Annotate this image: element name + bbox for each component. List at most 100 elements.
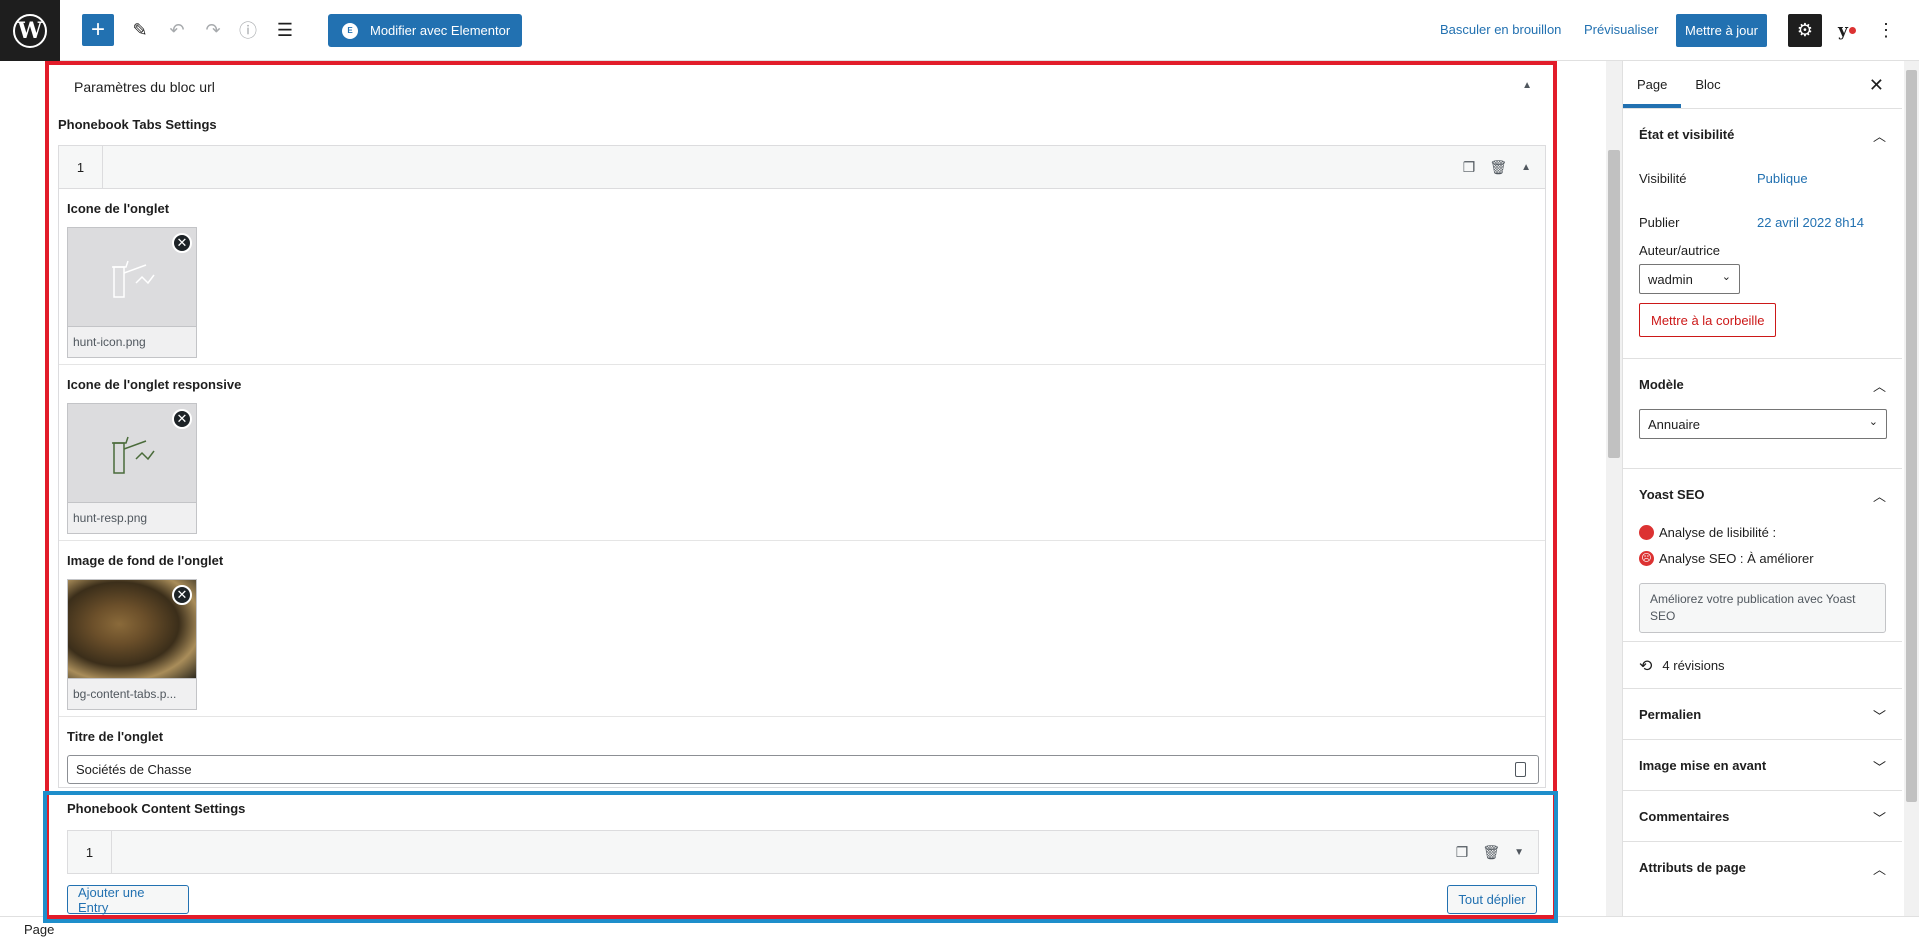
permalink-section: Permalien ﹀: [1623, 689, 1902, 740]
section-title: Modèle: [1639, 376, 1684, 392]
comments-header[interactable]: Commentaires ﹀: [1639, 791, 1886, 841]
section-title: Image mise en avant: [1639, 757, 1767, 773]
panel-title: Paramètres du bloc url: [74, 79, 215, 95]
visibility-row: Visibilité Publique: [1639, 165, 1886, 191]
content-settings-title: Phonebook Content Settings: [67, 801, 246, 816]
tab-page[interactable]: Page: [1623, 60, 1682, 108]
list-view-button[interactable]: ☰: [269, 14, 301, 46]
undo-icon: ↶: [169, 19, 185, 40]
wordpress-logo-button[interactable]: W: [0, 0, 60, 61]
author-label: Auteur/autrice: [1639, 243, 1720, 258]
remove-image-icon[interactable]: ✕: [172, 233, 192, 253]
input-value: Sociétés de Chasse: [76, 762, 192, 777]
template-section: Modèle ︿ Annuaire ⌄: [1623, 359, 1902, 469]
comments-section: Commentaires ﹀: [1623, 791, 1902, 842]
file-name: hunt-icon.png: [68, 326, 196, 357]
visibility-link[interactable]: Publique: [1757, 171, 1808, 186]
template-select[interactable]: Annuaire ⌄: [1639, 409, 1887, 439]
history-icon: ⟲: [1639, 657, 1653, 675]
section-title: Attributs de page: [1639, 859, 1746, 875]
tabs-settings-title: Phonebook Tabs Settings: [58, 117, 217, 132]
details-button[interactable]: ⓘ: [232, 14, 264, 46]
image-preview[interactable]: hunt-resp.png ✕: [67, 403, 197, 534]
add-entry-button[interactable]: Ajouter une Entry: [67, 885, 189, 915]
chevron-down-icon: ⌄: [1868, 416, 1878, 428]
elementor-icon: E: [342, 22, 358, 39]
section-title: Commentaires: [1639, 808, 1730, 824]
author-select[interactable]: wadmin ⌄: [1639, 264, 1740, 294]
featured-image-section: Image mise en avant ﹀: [1623, 740, 1902, 791]
more-vertical-icon: ⋮: [1877, 20, 1895, 40]
chevron-down-icon: ⌄: [1721, 271, 1731, 283]
duplicate-icon[interactable]: ❐: [1463, 159, 1476, 176]
featured-image-header[interactable]: Image mise en avant ﹀: [1639, 740, 1886, 790]
editor-scrollbar-thumb[interactable]: [1608, 150, 1620, 458]
readability-analysis[interactable]: Analyse de lisibilité :: [1639, 519, 1886, 545]
caret-down-icon[interactable]: ▼: [1514, 847, 1524, 858]
move-to-trash-button[interactable]: Mettre à la corbeille: [1639, 303, 1777, 337]
row-number: 1: [68, 831, 112, 873]
expand-all-button[interactable]: Tout déplier: [1447, 885, 1537, 914]
list-view-icon: ☰: [276, 19, 294, 40]
tabs-repeater: 1 ❐ 🗑 ▲ Icone de l'onglet hunt-icon.png …: [58, 145, 1546, 788]
permalink-header[interactable]: Permalien ﹀: [1639, 689, 1886, 739]
chevron-up-icon: ︿: [1872, 862, 1886, 877]
publish-row: Publier 22 avril 2022 8h14: [1639, 209, 1886, 235]
trash-icon[interactable]: 🗑: [1482, 844, 1500, 861]
close-icon[interactable]: ✕: [1869, 75, 1884, 96]
tools-button[interactable]: ✎: [124, 14, 156, 46]
field-label: Image de fond de l'onglet: [67, 553, 224, 568]
content-repeater-row[interactable]: 1 ❐ 🗑 ▼: [67, 830, 1539, 874]
revisions-section[interactable]: ⟲ 4 révisions: [1623, 642, 1902, 689]
tab-block[interactable]: Bloc: [1681, 60, 1734, 108]
settings-button[interactable]: ⚙: [1788, 14, 1822, 47]
remove-image-icon[interactable]: ✕: [172, 409, 192, 429]
page-attributes-header[interactable]: Attributs de page ︿: [1639, 842, 1886, 892]
settings-sidebar: Page Bloc ✕ État et visibilité ︿ Visibil…: [1622, 61, 1902, 916]
field-label: Icone de l'onglet: [67, 201, 170, 216]
yoast-seo-section: Yoast SEO ︿ Analyse de lisibilité : ☹ An…: [1623, 469, 1902, 642]
bad-score-dot-icon: [1639, 524, 1654, 540]
status-visibility-header[interactable]: État et visibilité ︿: [1639, 109, 1886, 159]
chevron-up-icon: ︿: [1872, 489, 1886, 504]
yoast-improve-button[interactable]: Améliorez votre publication avec Yoast S…: [1639, 583, 1886, 633]
tab-icon-field: Icone de l'onglet hunt-icon.png ✕: [59, 189, 1545, 365]
status-visibility-section: État et visibilité ︿ Visibilité Publique…: [1623, 109, 1902, 359]
template-header[interactable]: Modèle ︿: [1639, 359, 1886, 409]
options-button[interactable]: ⋮: [1874, 14, 1898, 47]
plus-icon: +: [90, 16, 105, 43]
edit-with-elementor-button[interactable]: E Modifier avec Elementor: [328, 14, 522, 47]
block-settings-panel-header[interactable]: Paramètres du bloc url ▲: [58, 68, 1546, 106]
breadcrumb-page[interactable]: Page: [24, 922, 54, 937]
gear-icon: ⚙: [1796, 20, 1814, 40]
tab-title-input[interactable]: Sociétés de Chasse: [67, 755, 1539, 784]
update-button[interactable]: Mettre à jour: [1676, 14, 1767, 47]
duplicate-icon[interactable]: ❐: [1456, 844, 1469, 861]
caret-up-icon[interactable]: ▲: [1521, 162, 1531, 173]
seo-analysis[interactable]: ☹ Analyse SEO : À améliorer: [1639, 545, 1886, 571]
image-preview[interactable]: bg-content-tabs.p... ✕: [67, 579, 197, 710]
chevron-up-icon: ︿: [1872, 379, 1886, 394]
chevron-up-icon: ︿: [1872, 129, 1886, 144]
publish-date-link[interactable]: 22 avril 2022 8h14: [1757, 215, 1864, 230]
field-options-icon[interactable]: [1515, 762, 1526, 777]
tab-icon-responsive-field: Icone de l'onglet responsive hunt-resp.p…: [59, 365, 1545, 541]
add-block-button[interactable]: +: [82, 14, 114, 46]
image-preview[interactable]: hunt-icon.png ✕: [67, 227, 197, 358]
section-title: Permalien: [1639, 706, 1702, 722]
repeater-row-header[interactable]: 1 ❐ 🗑 ▲: [59, 145, 1545, 189]
sidebar-scrollbar-thumb[interactable]: [1906, 70, 1917, 802]
trash-icon[interactable]: 🗑: [1489, 159, 1507, 176]
preview-button[interactable]: Prévisualiser: [1584, 22, 1658, 37]
revisions-link[interactable]: ⟲ 4 révisions: [1639, 642, 1886, 689]
yoast-seo-header[interactable]: Yoast SEO ︿: [1639, 469, 1886, 519]
sad-face-icon: ☹: [1639, 550, 1654, 566]
redo-button[interactable]: ↷: [197, 14, 229, 46]
elementor-button-label: Modifier avec Elementor: [370, 23, 511, 38]
switch-to-draft-button[interactable]: Basculer en brouillon: [1440, 22, 1561, 37]
caret-up-icon[interactable]: ▲: [1522, 80, 1532, 91]
page-attributes-section: Attributs de page ︿: [1623, 842, 1902, 892]
yoast-button[interactable]: y: [1830, 14, 1864, 47]
remove-image-icon[interactable]: ✕: [172, 585, 192, 605]
undo-button[interactable]: ↶: [161, 14, 193, 46]
